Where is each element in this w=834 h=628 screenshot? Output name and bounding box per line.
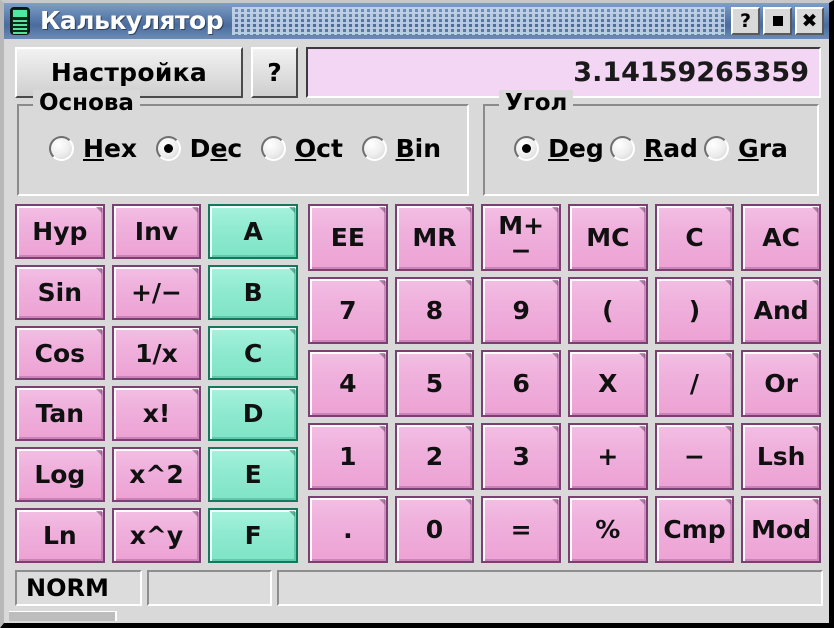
base-radio-list: Hex Dec Oct Bin [31, 112, 455, 184]
key-all-clear[interactable]: AC [741, 204, 821, 271]
key-tan[interactable]: Tan [15, 386, 105, 442]
status-secondary [147, 570, 272, 606]
key-e[interactable]: E [208, 447, 298, 503]
key-plus-minus[interactable]: +/− [111, 264, 202, 320]
key-left-shift[interactable]: Lsh [741, 423, 821, 490]
angle-group: Угол Deg Rad Gra [483, 90, 819, 196]
key-5[interactable]: 5 [394, 350, 475, 417]
radio-gra-label: Gra [738, 133, 788, 163]
key-and[interactable]: And [741, 277, 821, 344]
radio-indicator[interactable] [361, 135, 387, 161]
key-subtract[interactable]: − [654, 423, 735, 490]
status-message [277, 570, 823, 606]
key-mc[interactable]: MC [567, 204, 648, 271]
radio-hex-label: Hex [83, 133, 138, 163]
key-or[interactable]: Or [741, 350, 821, 417]
keypad: Hyp Inv A Sin +/− B Cos 1/x C Tan x! D Log x^2 E Ln x^y F… [4, 196, 829, 567]
titlebar-maximize-button[interactable] [763, 7, 792, 35]
resize-grip-row [4, 611, 829, 623]
key-9[interactable]: 9 [481, 277, 561, 344]
radio-oct[interactable]: Oct [260, 133, 343, 163]
window-controls: ? ✖ [730, 7, 825, 35]
key-mr[interactable]: MR [394, 204, 475, 271]
radio-deg[interactable]: Deg [514, 134, 604, 163]
key-d[interactable]: D [208, 386, 298, 442]
key-8[interactable]: 8 [394, 277, 475, 344]
radio-indicator[interactable] [155, 135, 181, 161]
square-icon [772, 16, 783, 26]
key-clear[interactable]: C [654, 204, 735, 271]
key-7[interactable]: 7 [308, 277, 388, 344]
key-hyp[interactable]: Hyp [15, 204, 105, 259]
key-cos[interactable]: Cos [15, 325, 105, 381]
radio-indicator[interactable] [704, 135, 730, 161]
keypad-right-block: EE MR M+− MC C AC 7 8 9() And 4 5 6 X / Or 1 2 3 + − Lsh. 0 =% C… [308, 204, 821, 563]
titlebar-close-button[interactable]: ✖ [795, 7, 824, 35]
key-reciprocal[interactable]: 1/x [111, 325, 202, 381]
radio-bin-label: Bin [395, 133, 441, 163]
key-factorial[interactable]: x! [111, 386, 202, 442]
key-divide[interactable]: / [654, 350, 735, 417]
key-ln[interactable]: Ln [15, 508, 105, 563]
radio-dec-label: Dec [189, 133, 243, 163]
status-bar: NORM [4, 567, 829, 611]
radio-rad[interactable]: Rad [609, 133, 698, 163]
key-paren-close[interactable]: ) [654, 277, 735, 344]
option-groups: Основа Hex Dec Oct Bin Угол Deg Rad Gra [4, 90, 829, 196]
key-add[interactable]: + [567, 423, 648, 490]
title-bar-texture [232, 7, 725, 35]
angle-group-title: Угол [499, 90, 574, 118]
title-bar[interactable]: Калькулятор ? ✖ [4, 3, 829, 39]
key-paren-open[interactable]: ( [567, 277, 648, 344]
key-power[interactable]: x^y [111, 508, 202, 563]
window-title: Калькулятор [40, 5, 224, 35]
radio-bin[interactable]: Bin [361, 133, 441, 163]
titlebar-help-button[interactable]: ? [731, 7, 760, 35]
key-log[interactable]: Log [15, 447, 105, 503]
base-group: Основа Hex Dec Oct Bin [17, 90, 469, 196]
radio-rad-label: Rad [643, 133, 698, 163]
key-4[interactable]: 4 [308, 350, 388, 417]
key-inv[interactable]: Inv [111, 204, 202, 259]
key-percent[interactable]: % [567, 496, 648, 563]
key-f[interactable]: F [208, 508, 298, 563]
key-equals[interactable]: = [481, 496, 561, 563]
key-0[interactable]: 0 [394, 496, 475, 563]
radio-indicator[interactable] [514, 135, 540, 161]
radio-indicator[interactable] [49, 135, 74, 161]
radio-dec[interactable]: Dec [155, 133, 243, 163]
calculator-window: Калькулятор ? ✖ Настройка ? 3.1415926535… [0, 0, 834, 628]
status-mode: NORM [15, 570, 142, 606]
key-mod[interactable]: Mod [741, 496, 821, 563]
calculator-icon [7, 6, 33, 36]
key-b[interactable]: B [208, 264, 298, 320]
key-decimal[interactable]: . [308, 496, 388, 563]
keypad-left-block: Hyp Inv A Sin +/− B Cos 1/x C Tan x! D Log x^2 E Ln x^y F [15, 204, 298, 563]
key-c-hex[interactable]: C [208, 325, 298, 381]
radio-hex[interactable]: Hex [49, 134, 137, 163]
key-sin[interactable]: Sin [15, 264, 105, 320]
key-complement[interactable]: Cmp [654, 496, 735, 563]
key-3[interactable]: 3 [481, 423, 561, 490]
key-a[interactable]: A [208, 204, 298, 259]
key-1[interactable]: 1 [308, 423, 388, 490]
radio-indicator[interactable] [260, 135, 286, 161]
resize-grip[interactable] [9, 611, 117, 621]
calculator-app: Калькулятор ? ✖ Настройка ? 3.1415926535… [0, 0, 834, 628]
key-ee[interactable]: EE [308, 204, 388, 271]
radio-oct-label: Oct [294, 133, 343, 163]
base-group-title: Основа [33, 90, 140, 118]
key-6[interactable]: 6 [481, 350, 561, 417]
toolbar-help-button[interactable]: ? [251, 47, 298, 98]
key-2[interactable]: 2 [394, 423, 475, 490]
angle-radio-list: Deg Rad Gra [497, 112, 805, 184]
radio-indicator[interactable] [609, 135, 635, 161]
radio-gra[interactable]: Gra [704, 134, 788, 163]
radio-deg-label: Deg [548, 133, 604, 163]
key-multiply[interactable]: X [567, 350, 648, 417]
key-m-plus-minus[interactable]: M+− [481, 204, 561, 271]
key-square[interactable]: x^2 [111, 447, 202, 503]
